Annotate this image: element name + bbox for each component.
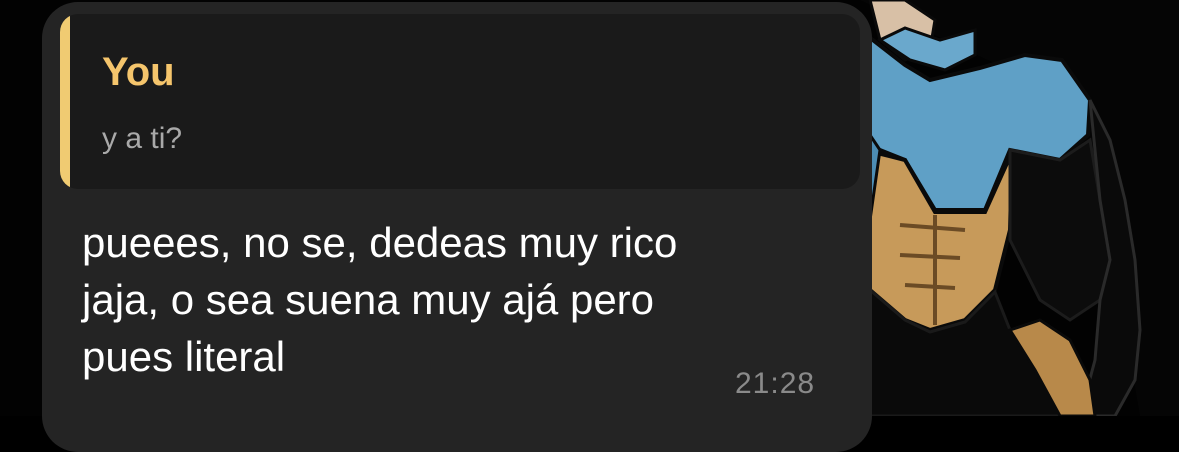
reply-quote[interactable]: You y a ti? — [60, 14, 860, 189]
message-text: pueees, no se, dedeas muy rico jaja, o s… — [82, 219, 678, 380]
message-bubble[interactable]: You y a ti? pueees, no se, dedeas muy ri… — [42, 2, 872, 452]
reply-author: You — [102, 50, 175, 94]
reply-text: y a ti? — [102, 122, 183, 155]
message-timestamp: 21:28 — [735, 367, 816, 400]
reply-accent-bar — [60, 14, 70, 189]
